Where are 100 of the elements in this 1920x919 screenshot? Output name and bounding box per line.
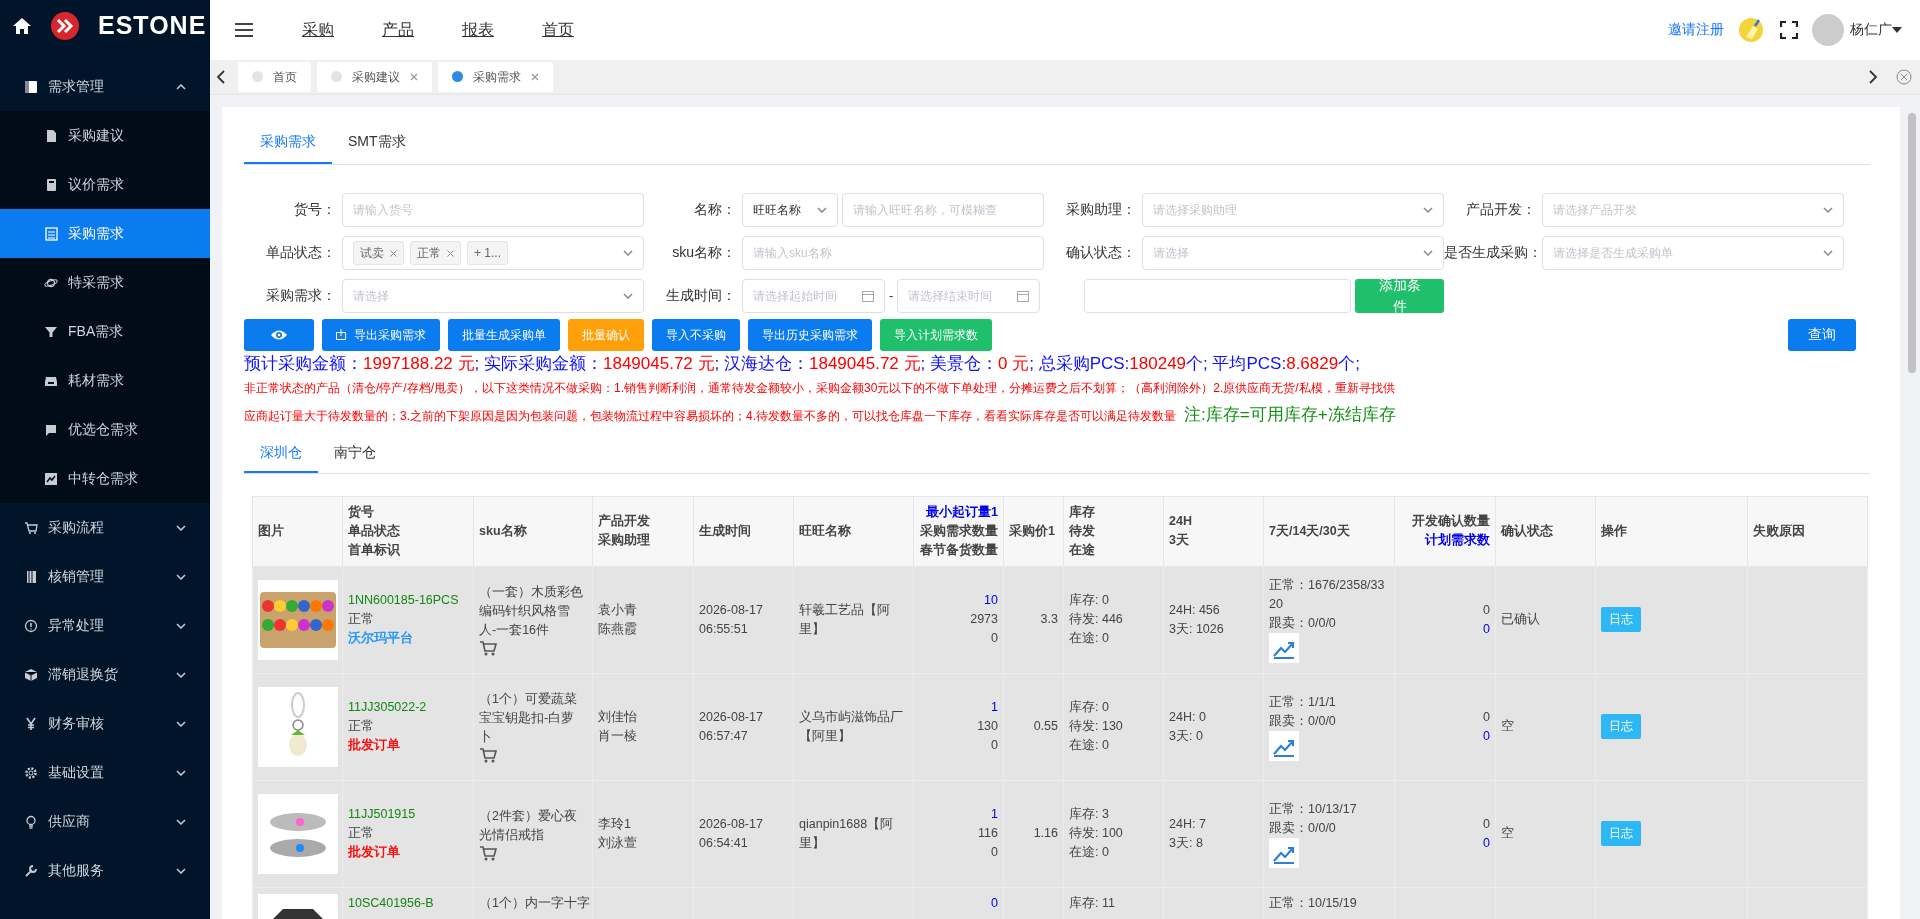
filter-label: 单品状态： [265,243,337,263]
close-icon[interactable] [410,72,418,81]
nav-link[interactable]: 报表 [462,17,494,42]
menu-group[interactable]: 财务审核 [0,699,210,748]
holiday-stock-qty: 0 [990,737,998,755]
invite-link[interactable]: 邀请注册 [1668,19,1724,41]
close-icon[interactable] [447,250,454,258]
action-button[interactable]: 导出采购需求 [322,318,440,351]
menu-group[interactable]: 基础设置 [0,748,210,797]
yen-icon [24,716,38,731]
book-icon [24,79,38,94]
period-sales: 正常：10/15/19 [1269,894,1358,912]
cart-icon[interactable] [479,747,497,764]
nav-link[interactable]: 采购 [302,17,334,42]
filter-label: 采购助理： [1065,200,1137,220]
menu-group[interactable]: 异常处理 [0,601,210,650]
close-icon[interactable] [531,72,539,81]
chevron-right-icon[interactable] [1868,69,1878,84]
nav-link[interactable]: 产品 [382,17,414,42]
chevron-icon [176,524,186,531]
supplier-name: qianpin1688【阿里】 [793,780,914,888]
sales-info: 24H: 456 3天: 1026 [1163,566,1264,674]
chevron-icon [176,818,186,825]
column-header: 旺旺名称 [793,496,914,567]
menu-item[interactable]: FBA需求 [0,307,210,356]
chevron-left-icon[interactable] [216,69,226,84]
multi-select-field[interactable]: 试卖 正常 + 1... [342,235,644,270]
menu-group[interactable]: 采购流程 [0,503,210,552]
warehouse-tab[interactable]: 深圳仓 [244,435,318,473]
caret-icon[interactable] [1892,26,1902,33]
close-icon[interactable] [390,250,397,258]
column-header: 失败原因 [1747,496,1868,567]
broom-icon[interactable] [1738,16,1764,43]
warehouse-tab[interactable]: 南宁仓 [318,435,392,473]
action-button[interactable]: 批量生成采购单 [448,318,560,351]
list-icon [44,226,58,241]
chevron-icon [623,292,633,299]
query-button[interactable]: 查询 [1788,318,1856,351]
view-toggle-button[interactable] [244,318,314,351]
action-button[interactable]: 导入不采购 [652,318,740,351]
user-name[interactable]: 杨仁广 [1850,19,1892,41]
chevron-icon [176,720,186,727]
demand-qty: 116 [977,825,998,843]
chevron-icon [1823,206,1833,213]
content-tab[interactable]: 采购需求 [244,120,332,164]
nav-link[interactable]: 首页 [542,17,574,42]
cart-icon[interactable] [479,640,497,657]
sku-name: （一套）木质彩色编码针织风格雪人-一套16件 [479,584,584,640]
menu-group[interactable]: 供应商 [0,797,210,846]
input-field[interactable] [1084,278,1351,313]
close-all-icon[interactable] [1896,68,1912,85]
action-button[interactable]: 导出历史采购需求 [748,318,872,351]
supplier-name: 义乌市屿滋饰品厂【阿里】 [793,673,914,781]
min-order-qty: 1 [990,806,998,824]
chat-icon [44,422,58,437]
menu-icon[interactable] [234,21,254,38]
menu-group[interactable]: 滞销退换货 [0,650,210,699]
calculator-icon [44,177,58,192]
page-tab[interactable]: 首页 [238,61,311,92]
planned-qty: 0 [1482,727,1490,745]
cart-icon[interactable] [479,844,497,861]
bulb-icon [24,814,38,829]
order-tag: 批发订单 [348,843,400,863]
menu-group[interactable]: 核销管理 [0,552,210,601]
gear-icon [24,765,38,780]
sku-code: 1NN600185-16PCS [348,592,460,610]
menu-item[interactable]: 采购需求 [0,209,210,258]
home-icon[interactable] [12,17,32,35]
page-tab[interactable]: 采购需求 [438,61,553,92]
page-tab[interactable]: 采购建议 [317,61,432,92]
menu-item[interactable]: 特采需求 [0,258,210,307]
tag: 正常 [410,240,461,265]
created-time: 2026-08-17 06:57:47 [693,673,794,781]
sales-info: 24H: 0 3天: 0 [1163,673,1264,781]
eye-icon [270,328,288,341]
menu-group[interactable]: 其他服务 [0,846,210,895]
status-text: 正常 [348,718,375,736]
column-header: sku名称 [473,496,593,567]
menu-item[interactable]: 耗材需求 [0,356,210,405]
scrollbar[interactable] [1908,112,1916,373]
fullscreen-icon[interactable] [1780,20,1798,39]
menu-item[interactable]: 优选仓需求 [0,405,210,454]
price: 3.3 [1003,566,1064,674]
column-header: 开发确认数量 计划需求数 [1394,496,1496,567]
dropdown[interactable]: 旺旺名称 [742,192,838,227]
period-sales: 正常：1676/2358/3320 跟卖：0/0/0 [1269,577,1386,633]
content-tab[interactable]: SMT需求 [332,120,422,164]
cube-icon [24,667,38,682]
period-sales: 正常：1/1/1 跟卖：0/0/0 [1269,693,1337,730]
menu-item[interactable]: 议价需求 [0,160,210,209]
column-header: 操作 [1595,496,1748,567]
demand-qty: 2973 [969,611,998,629]
status-dot [452,71,463,83]
filter-label: 名称： [693,200,737,220]
menu-item[interactable]: 中转仓需求 [0,454,210,503]
period-sales: 正常：10/13/17 跟卖：0/0/0 [1269,800,1358,837]
menu-group[interactable]: 需求管理 [0,62,210,111]
menu-item[interactable]: 采购建议 [0,111,210,160]
created-time: 2026-08-17 06:55:51 [693,566,794,674]
filter-label: sku名称： [671,243,737,263]
